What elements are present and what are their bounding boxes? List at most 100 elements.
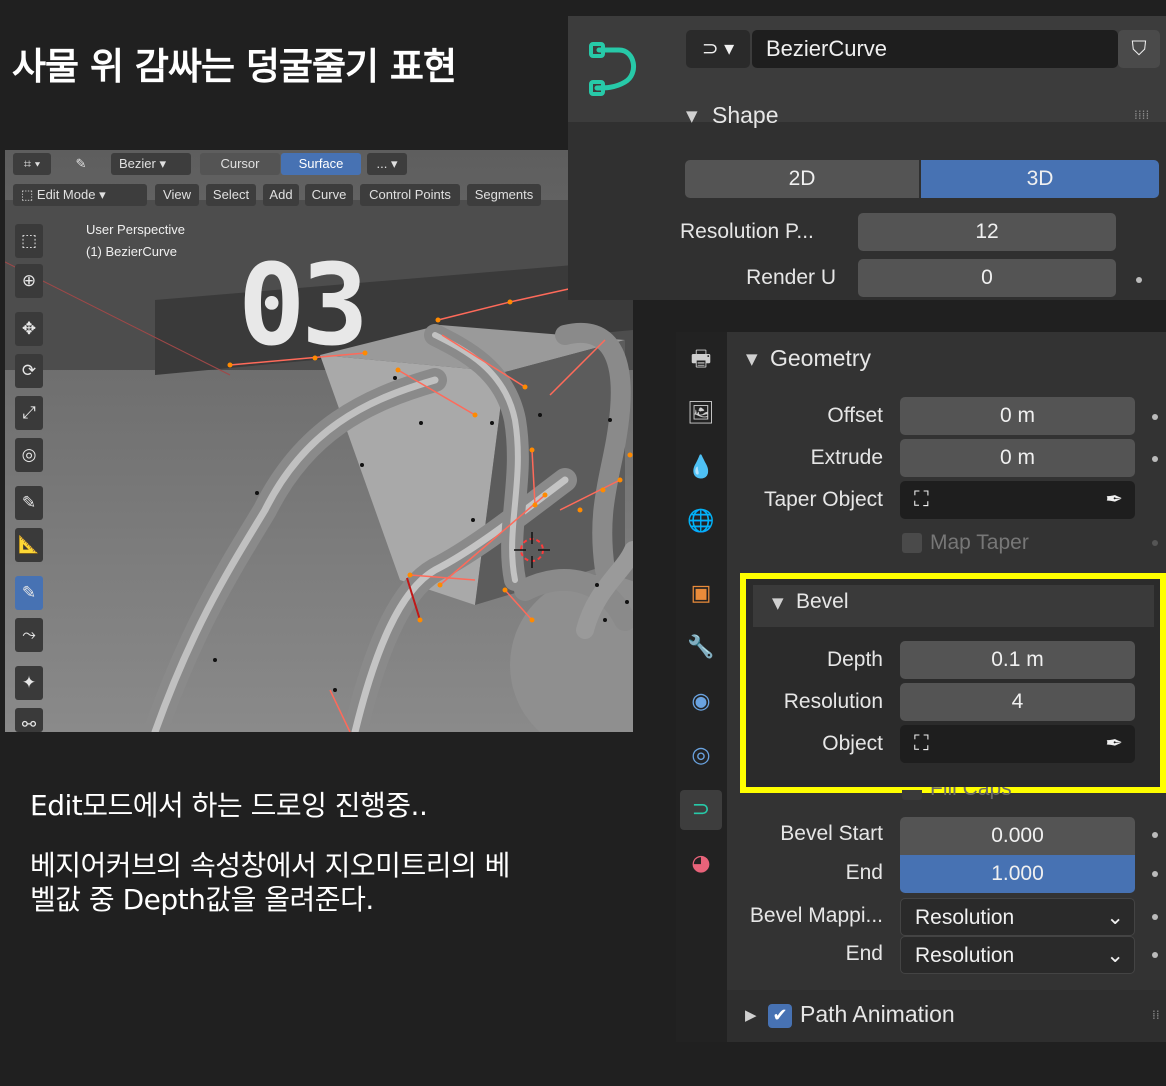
bevel-end-field[interactable]: 1.000 [900, 855, 1135, 893]
mode-label: Edit Mode [36, 187, 96, 202]
object-picker-icon: ⛶ [914, 732, 929, 755]
menu-segments[interactable]: Segments [467, 184, 541, 206]
geometry-collapse-icon[interactable]: ▼ [746, 350, 758, 368]
end-mapping-label: End [845, 942, 883, 965]
bevel-start-keyframe-icon[interactable] [1152, 832, 1158, 838]
fill-caps-label: Fill Caps [930, 787, 1012, 799]
geometry-header[interactable]: Geometry [770, 345, 871, 372]
object-name-field[interactable]: BezierCurve [752, 30, 1118, 68]
more-label: ... [376, 156, 388, 171]
bevel-object-label: Object [822, 732, 883, 755]
extrude-keyframe-icon[interactable] [1152, 456, 1158, 462]
scale-tool-icon[interactable]: ⤢ [15, 396, 43, 430]
shape-collapse-icon[interactable]: ▼ [686, 107, 698, 125]
view-layer-tab-icon[interactable]: 💧 [680, 448, 722, 488]
object-picker-icon: ⛶ [914, 488, 929, 511]
offset-field[interactable]: 0 m [900, 397, 1135, 435]
world-tab-icon[interactable]: 🌐 [680, 502, 722, 542]
render-tab-icon[interactable]: 🖶 [680, 340, 722, 380]
resolution-preview-field[interactable]: 12 [858, 213, 1116, 251]
select-box-tool-icon[interactable]: ⬚ [15, 224, 43, 258]
path-animation-header[interactable]: Path Animation [800, 1001, 955, 1028]
more-dropdown[interactable]: ... ▾ [367, 153, 407, 175]
bevel-end-keyframe-icon[interactable] [1152, 871, 1158, 877]
cursor-button[interactable]: Cursor [200, 153, 280, 175]
menu-add[interactable]: Add [263, 184, 299, 206]
curve-data-tab-icon[interactable]: ⊃ [680, 790, 722, 830]
menu-control-points[interactable]: Control Points [360, 184, 460, 206]
modifier-tab-icon[interactable]: 🔧 [680, 628, 722, 668]
render-u-keyframe-icon[interactable] [1136, 277, 1142, 283]
step-number: 03 [238, 241, 369, 371]
radius-tool-icon[interactable]: ⚯ [15, 708, 43, 732]
taper-object-label: Taper Object [763, 488, 883, 511]
output-tab-icon[interactable]: 🖼 [680, 394, 722, 434]
bevel-header[interactable]: Bevel [796, 590, 849, 614]
map-taper-keyframe-icon[interactable] [1152, 540, 1158, 546]
drag-handle-icon[interactable]: ⁞⁞⁞⁞ [1134, 108, 1149, 122]
render-u-label: Render U [746, 266, 836, 289]
object-tab-icon[interactable]: ▣ [680, 574, 722, 614]
bevel-collapse-icon[interactable]: ▼ [772, 594, 784, 612]
bevel-resolution-label: Resolution [783, 690, 883, 713]
bevel-mapping-value: Resolution [915, 906, 1015, 929]
annotate-tool-icon[interactable]: ✎ [15, 486, 43, 520]
draw-curve-tool-icon[interactable]: ✎ [15, 576, 43, 610]
cursor-tool-icon[interactable]: ⊕ [15, 264, 43, 298]
pen-tool-icon[interactable]: ⤳ [15, 618, 43, 652]
extrude-field[interactable]: 0 m [900, 439, 1135, 477]
bevel-resolution-field[interactable]: 4 [900, 683, 1135, 721]
bevel-end-label: End [845, 861, 883, 884]
description-line-1: Edit모드에서 하는 드로잉 진행중.. [30, 789, 428, 822]
end-mapping-dropdown[interactable]: Resolution ⌄ [900, 936, 1135, 974]
drag-handle-icon[interactable]: ⁞⁞ [1152, 1008, 1160, 1022]
particles-tab-icon[interactable]: ◉ [680, 682, 722, 722]
menu-view[interactable]: View [155, 184, 199, 206]
render-u-field[interactable]: 0 [858, 259, 1116, 297]
path-animation-expand-icon[interactable]: ▶ [745, 1006, 757, 1024]
mode-3d-button[interactable]: 3D [921, 160, 1159, 198]
bevel-mapping-dropdown[interactable]: Resolution ⌄ [900, 898, 1135, 936]
menu-select[interactable]: Select [206, 184, 256, 206]
bevel-start-field[interactable]: 0.000 [900, 817, 1135, 855]
physics-tab-icon[interactable]: ◎ [680, 736, 722, 776]
menu-curve[interactable]: Curve [305, 184, 353, 206]
move-tool-icon[interactable]: ✥ [15, 312, 43, 346]
mode-2d-button[interactable]: 2D [685, 160, 919, 198]
tilt-tool-icon[interactable]: ✦ [15, 666, 43, 700]
mode-dropdown[interactable]: ⬚ Edit Mode ▾ [13, 184, 147, 206]
path-animation-checkbox[interactable]: ✔ [768, 1004, 792, 1028]
end-mapping-value: Resolution [915, 944, 1015, 967]
bevel-depth-label: Depth [826, 648, 883, 671]
fill-caps-checkbox[interactable] [902, 790, 922, 800]
description-line-2: 베지어커브의 속성창에서 지오미트리의 베 [30, 849, 510, 882]
offset-label: Offset [827, 404, 883, 427]
viewport-object-label: (1) BezierCurve [86, 244, 178, 259]
bevel-mapping-label: Bevel Mappi... [749, 904, 883, 927]
bevel-object-field[interactable]: ⛶ ✒ [900, 725, 1135, 763]
taper-object-field[interactable]: ⛶ ✒ [900, 481, 1135, 519]
eyedropper-icon[interactable]: ✒ [1105, 725, 1123, 763]
datablock-browse-dropdown[interactable]: ⊃ ▾ [686, 30, 750, 68]
rotate-tool-icon[interactable]: ⟳ [15, 354, 43, 388]
surface-button[interactable]: Surface [281, 153, 361, 175]
shape-header[interactable]: Shape [712, 102, 779, 129]
draw-tool-icon[interactable]: ✎ [61, 153, 101, 175]
fake-user-shield-icon[interactable]: ⛉ [1118, 30, 1160, 68]
description-line-3: 벨값 중 Depth값을 올려준다. [30, 883, 374, 916]
bevel-mapping-keyframe-icon[interactable] [1152, 914, 1158, 920]
eyedropper-icon[interactable]: ✒ [1105, 481, 1123, 519]
curve-type-dropdown[interactable]: Bezier ▾ [111, 153, 191, 175]
end-mapping-keyframe-icon[interactable] [1152, 952, 1158, 958]
measure-tool-icon[interactable]: 📐 [15, 528, 43, 562]
editor-type-dropdown[interactable]: ⌗ ▾ [13, 153, 51, 175]
viewport-perspective-label: User Perspective [86, 222, 185, 237]
transform-tool-icon[interactable]: ◎ [15, 438, 43, 472]
3d-viewport[interactable]: ⌗ ▾ ✎ Bezier ▾ Cursor Surface ... ▾ ⬚ Ed… [5, 150, 633, 732]
curve-type-label: Bezier [119, 156, 156, 171]
resolution-preview-label: Resolution P... [680, 220, 814, 243]
offset-keyframe-icon[interactable] [1152, 414, 1158, 420]
map-taper-checkbox[interactable] [902, 533, 922, 553]
bevel-depth-field[interactable]: 0.1 m [900, 641, 1135, 679]
material-tab-icon[interactable]: ◕ [680, 844, 722, 884]
